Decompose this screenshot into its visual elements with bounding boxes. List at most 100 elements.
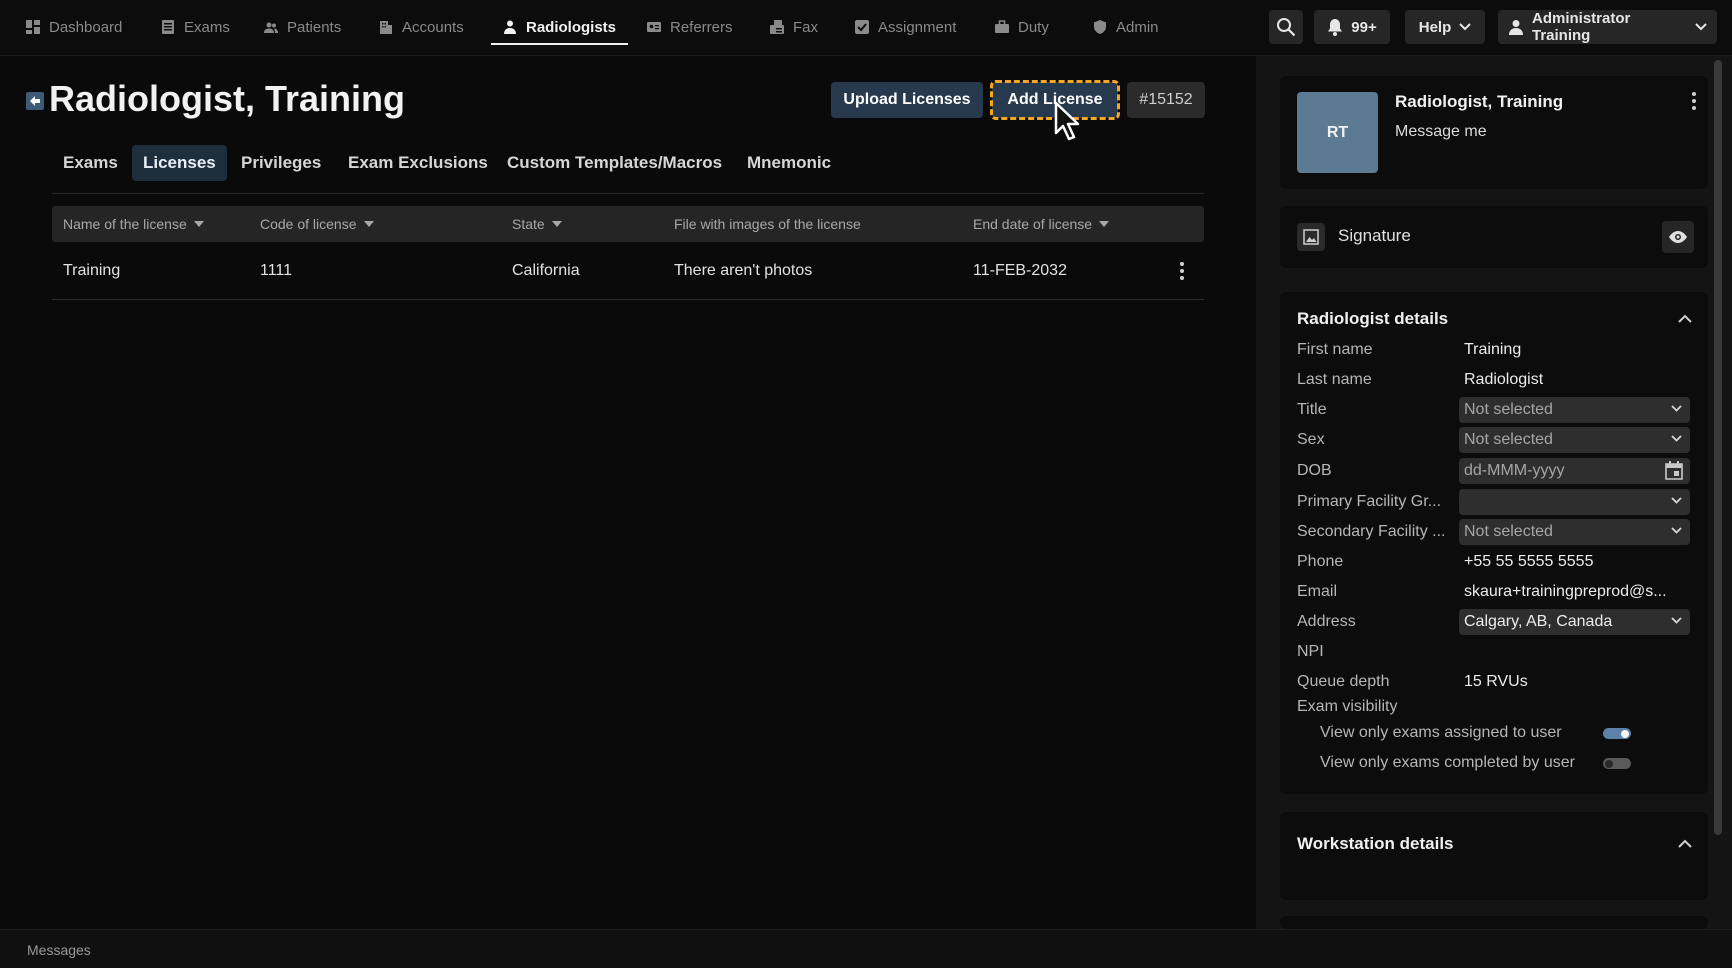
nav-dashboard[interactable]: Dashboard xyxy=(14,12,134,42)
kebab-icon xyxy=(1180,262,1184,280)
dob-input[interactable]: dd-MMM-yyyy xyxy=(1459,458,1690,484)
column-header-state[interactable]: State xyxy=(512,206,562,242)
nav-accounts[interactable]: Accounts xyxy=(367,12,476,42)
message-me-link[interactable]: Message me xyxy=(1395,123,1487,141)
toggle-assigned-label: View only exams assigned to user xyxy=(1320,724,1562,741)
user-icon xyxy=(1508,19,1524,35)
bell-icon xyxy=(1327,18,1343,36)
chevron-down-icon xyxy=(1671,435,1682,442)
profile-name: Radiologist, Training xyxy=(1395,92,1564,111)
tab-exam-exclusions[interactable]: Exam Exclusions xyxy=(337,145,499,181)
nav-fax[interactable]: Fax xyxy=(758,12,830,42)
tabs-divider xyxy=(52,193,1204,194)
building-icon xyxy=(379,20,393,34)
sort-caret-icon xyxy=(363,221,374,227)
collapse-workstation-button[interactable] xyxy=(1676,834,1694,852)
column-header-files: File with images of the license xyxy=(674,216,861,232)
phone-value: +55 55 5555 5555 xyxy=(1464,553,1594,570)
tab-licenses[interactable]: Licenses xyxy=(132,145,227,181)
cell-license-name: Training xyxy=(63,262,121,279)
radiologist-details-card: Radiologist details First name Training … xyxy=(1280,292,1708,794)
id-card-icon xyxy=(647,20,661,34)
next-card-edge xyxy=(1280,916,1708,929)
side-panel: RT Radiologist, Training Message me Sign… xyxy=(1256,56,1732,929)
column-header-code[interactable]: Code of license xyxy=(260,206,374,242)
secondary-facility-select[interactable]: Not selected xyxy=(1459,519,1690,545)
cell-files: There aren't photos xyxy=(674,262,813,279)
table-row[interactable]: Training 1111 California There aren't ph… xyxy=(52,248,1204,300)
help-menu[interactable]: Help xyxy=(1405,10,1485,44)
cell-end-date: 11-FEB-2032 xyxy=(973,262,1067,279)
column-header-name[interactable]: Name of the license xyxy=(63,206,204,242)
nav-assignment[interactable]: Assignment xyxy=(843,12,968,42)
nav-patients[interactable]: Patients xyxy=(252,12,353,42)
notifications-button[interactable]: 99+ xyxy=(1314,10,1390,44)
toggle-completed-switch[interactable] xyxy=(1603,758,1631,769)
title-select[interactable]: Not selected xyxy=(1459,397,1690,423)
notifications-count: 99+ xyxy=(1351,18,1377,36)
secondary-facility-label: Secondary Facility ... xyxy=(1297,523,1446,540)
chevron-up-icon xyxy=(1678,314,1692,323)
back-arrow-icon[interactable] xyxy=(26,92,44,110)
sort-caret-icon xyxy=(1099,221,1110,227)
tab-mnemonic[interactable]: Mnemonic xyxy=(736,145,842,181)
checkbox-icon xyxy=(855,20,869,34)
shield-icon xyxy=(1093,20,1107,34)
chevron-down-icon xyxy=(1671,405,1682,412)
email-label: Email xyxy=(1297,583,1338,600)
view-signature-button[interactable] xyxy=(1662,221,1694,253)
exam-visibility-label: Exam visibility xyxy=(1297,698,1398,715)
fax-icon xyxy=(770,20,784,34)
search-button[interactable] xyxy=(1269,10,1303,44)
avatar: RT xyxy=(1297,92,1378,173)
radiologist-icon xyxy=(503,20,517,34)
queue-depth-label: Queue depth xyxy=(1297,673,1390,690)
record-id-badge: #15152 xyxy=(1127,82,1205,118)
sort-caret-icon xyxy=(193,221,204,227)
nav-radiologists[interactable]: Radiologists xyxy=(491,12,629,45)
profile-menu-button[interactable] xyxy=(1684,90,1704,112)
queue-depth-value: 15 RVUs xyxy=(1464,673,1528,690)
signature-label: Signature xyxy=(1338,226,1411,245)
page-title: Radiologist, Training xyxy=(49,78,406,119)
calendar-icon[interactable] xyxy=(1665,461,1683,480)
sort-caret-icon xyxy=(551,221,562,227)
tab-exams[interactable]: Exams xyxy=(52,145,129,181)
nav-referrers[interactable]: Referrers xyxy=(635,12,745,42)
upload-licenses-button[interactable]: Upload Licenses xyxy=(831,82,983,118)
nav-exams[interactable]: Exams xyxy=(149,12,242,42)
chevron-down-icon xyxy=(1671,497,1682,504)
chevron-up-icon xyxy=(1678,839,1692,848)
workstation-section-title: Workstation details xyxy=(1297,834,1454,853)
sex-select[interactable]: Not selected xyxy=(1459,427,1690,453)
user-menu[interactable]: Administrator Training xyxy=(1498,10,1717,44)
email-value: skaura+trainingpreprod@s... xyxy=(1464,583,1667,600)
last-name-label: Last name xyxy=(1297,371,1372,388)
toggle-completed-label: View only exams completed by user xyxy=(1320,754,1575,771)
first-name-value: Training xyxy=(1464,341,1522,358)
workstation-details-card: Workstation details xyxy=(1280,812,1708,900)
address-select[interactable]: Calgary, AB, Canada xyxy=(1459,609,1690,635)
toggle-assigned-switch[interactable] xyxy=(1603,728,1631,739)
nav-duty[interactable]: Duty xyxy=(983,12,1061,42)
image-icon xyxy=(1297,223,1325,251)
chevron-down-icon xyxy=(1671,617,1682,624)
cell-state: California xyxy=(512,262,580,279)
sex-label: Sex xyxy=(1297,431,1325,448)
tab-custom-templates[interactable]: Custom Templates/Macros xyxy=(496,145,733,181)
row-actions-menu[interactable] xyxy=(1170,259,1194,283)
column-header-end-date[interactable]: End date of license xyxy=(973,206,1110,242)
nav-admin[interactable]: Admin xyxy=(1081,12,1171,42)
messages-tab[interactable]: Messages xyxy=(27,942,91,958)
side-panel-scrollbar[interactable] xyxy=(1714,60,1722,835)
address-label: Address xyxy=(1297,613,1356,630)
briefcase-icon xyxy=(995,20,1009,34)
profile-card: RT Radiologist, Training Message me xyxy=(1280,76,1708,189)
collapse-details-button[interactable] xyxy=(1676,309,1694,327)
licenses-table-header: Name of the license Code of license Stat… xyxy=(52,206,1204,242)
primary-facility-select[interactable] xyxy=(1459,489,1690,515)
details-section-title: Radiologist details xyxy=(1297,309,1449,328)
tab-privileges[interactable]: Privileges xyxy=(230,145,332,181)
dob-label: DOB xyxy=(1297,462,1332,479)
chevron-down-icon xyxy=(1695,23,1707,31)
